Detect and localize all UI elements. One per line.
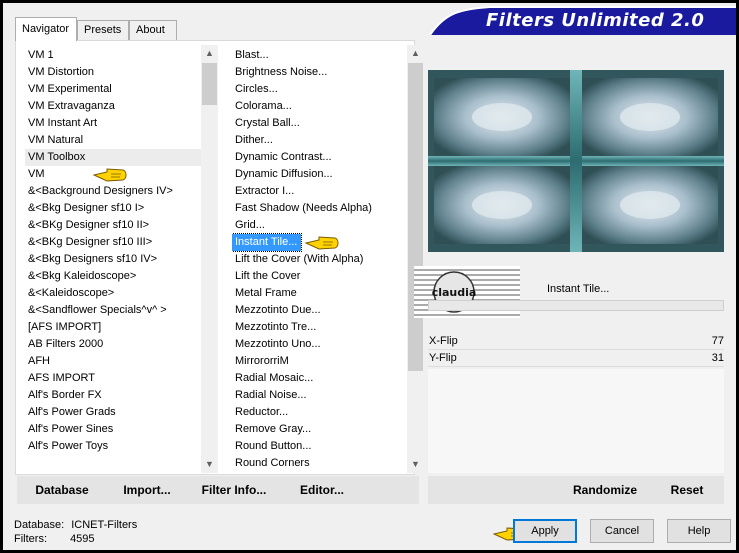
filter-item[interactable]: Mezzotinto Uno... (232, 336, 408, 353)
filter-item[interactable]: Dither... (232, 132, 408, 149)
filter-item[interactable]: Colorama... (232, 98, 408, 115)
category-item[interactable]: Alf's Power Toys (25, 438, 201, 455)
param-y-flip[interactable]: Y-Flip 31 (428, 350, 724, 367)
filter-item[interactable]: Lift the Cover (232, 268, 408, 285)
filter-item[interactable]: Dynamic Diffusion... (232, 166, 408, 183)
param-value: 77 (711, 335, 724, 347)
tab-presets[interactable]: Presets (77, 20, 129, 40)
title-banner: Filters Unlimited 2.0 (429, 3, 736, 36)
navigator-panel: VM 1 VM Distortion VM Experimental VM Extra… (15, 40, 424, 475)
cancel-button[interactable]: Cancel (590, 519, 654, 543)
category-item[interactable]: VM Natural (25, 132, 201, 149)
filter-item[interactable]: MirrororriM (232, 353, 408, 370)
reset-button[interactable]: Reset (663, 477, 711, 503)
apply-button[interactable]: Apply (513, 519, 577, 543)
filter-item[interactable]: Brightness Noise... (232, 64, 408, 81)
category-item[interactable]: &<Bkg Designers sf10 IV> (25, 251, 201, 268)
category-item[interactable]: Alf's Power Sines (25, 421, 201, 438)
scroll-up-icon[interactable]: ▲ (201, 45, 218, 62)
filter-item[interactable]: Lift the Cover (With Alpha) (232, 251, 408, 268)
help-button[interactable]: Help (667, 519, 731, 543)
category-item[interactable]: &<BKg Designer sf10 II> (25, 217, 201, 234)
pointing-hand-icon (305, 236, 339, 250)
scroll-down-icon[interactable]: ▼ (407, 456, 424, 473)
filter-item[interactable]: Metal Frame (232, 285, 408, 302)
category-item[interactable]: &<Bkg Kaleidoscope> (25, 268, 201, 285)
database-label: Database: (14, 519, 65, 531)
category-item[interactable]: &<Sandflower Specials^v^ > (25, 302, 201, 319)
editor-button[interactable]: Editor... (293, 477, 351, 503)
selected-filter-name: Instant Tile... (547, 283, 610, 295)
filters-status: Filters: 4595 (14, 533, 95, 545)
filters-count: 4595 (70, 533, 95, 545)
tab-navigator[interactable]: Navigator (15, 17, 77, 41)
tiled-preview-graphic (428, 70, 724, 252)
category-item[interactable]: VM 1 (25, 47, 201, 64)
filter-item[interactable]: Crystal Ball... (232, 115, 408, 132)
filter-item[interactable]: Radial Noise... (232, 387, 408, 404)
filter-item[interactable]: Mezzotinto Due... (232, 302, 408, 319)
filter-info-button[interactable]: Filter Info... (199, 477, 269, 503)
app-title: Filters Unlimited 2.0 (486, 10, 705, 31)
param-empty-area (428, 369, 724, 473)
category-item[interactable]: VM Toolbox (25, 149, 201, 166)
category-item[interactable]: AB Filters 2000 (25, 336, 201, 353)
filter-item[interactable]: Reductor... (232, 404, 408, 421)
tab-about[interactable]: About (129, 20, 177, 40)
param-x-flip[interactable]: X-Flip 77 (428, 333, 724, 350)
preview-image (428, 70, 724, 252)
param-slider[interactable] (428, 366, 724, 367)
watermark-text: claudia (432, 286, 477, 299)
category-item[interactable]: VM Instant Art (25, 115, 201, 132)
pointing-hand-icon (93, 168, 127, 182)
param-label: X-Flip (429, 335, 458, 347)
scroll-thumb[interactable] (202, 63, 217, 105)
filters-unlimited-window: Filters Unlimited 2.0 Navigator Presets … (3, 3, 736, 550)
import-button[interactable]: Import... (119, 477, 175, 503)
filter-item[interactable]: Dynamic Contrast... (232, 149, 408, 166)
filter-item[interactable]: Instant Tile... (232, 233, 303, 252)
category-item[interactable]: VM Extravaganza (25, 98, 201, 115)
scroll-down-icon[interactable]: ▼ (201, 456, 218, 473)
scroll-thumb[interactable] (408, 63, 423, 371)
category-item[interactable]: &<Bkg Designer sf10 I> (25, 200, 201, 217)
filters-label: Filters: (14, 533, 47, 545)
filter-item[interactable]: Radial Mosaic... (232, 370, 408, 387)
filter-item[interactable]: Circles... (232, 81, 408, 98)
database-value: ICNET-Filters (71, 519, 138, 531)
filter-item[interactable]: Extractor I... (232, 183, 408, 200)
filter-name-bar (428, 300, 724, 311)
filter-item[interactable]: Remove Gray... (232, 421, 408, 438)
category-item[interactable]: AFS IMPORT (25, 370, 201, 387)
category-item[interactable]: Alf's Power Grads (25, 404, 201, 421)
category-item[interactable]: Alf's Border FX (25, 387, 201, 404)
category-scrollbar[interactable]: ▲ ▼ (201, 45, 218, 473)
category-item[interactable]: &<Background Designers IV> (25, 183, 201, 200)
filter-item[interactable]: Blast... (232, 47, 408, 64)
category-item[interactable]: &<BKg Designer sf10 III> (25, 234, 201, 251)
filter-scrollbar[interactable]: ▲ ▼ (407, 45, 424, 473)
scroll-up-icon[interactable]: ▲ (407, 45, 424, 62)
param-label: Y-Flip (429, 352, 457, 364)
database-status: Database: ICNET-Filters (14, 519, 137, 531)
category-item[interactable]: [AFS IMPORT] (25, 319, 201, 336)
category-item[interactable]: AFH (25, 353, 201, 370)
category-list[interactable]: VM 1 VM Distortion VM Experimental VM Extra… (25, 47, 201, 471)
category-item[interactable]: &<Kaleidoscope> (25, 285, 201, 302)
filter-list[interactable]: Blast... Brightness Noise... Circles... Col… (232, 47, 408, 471)
filter-item[interactable]: Round Button... (232, 438, 408, 455)
filter-item[interactable]: Mezzotinto Tre... (232, 319, 408, 336)
param-value: 31 (711, 352, 724, 364)
randomize-button[interactable]: Randomize (565, 477, 645, 503)
database-button[interactable]: Database (27, 477, 97, 503)
category-item[interactable]: VM Distortion (25, 64, 201, 81)
filter-item[interactable]: Grid... (232, 217, 408, 234)
filter-item[interactable]: Round Corners (232, 455, 408, 471)
filter-item[interactable]: Fast Shadow (Needs Alpha) (232, 200, 408, 217)
category-item[interactable]: VM Experimental (25, 81, 201, 98)
